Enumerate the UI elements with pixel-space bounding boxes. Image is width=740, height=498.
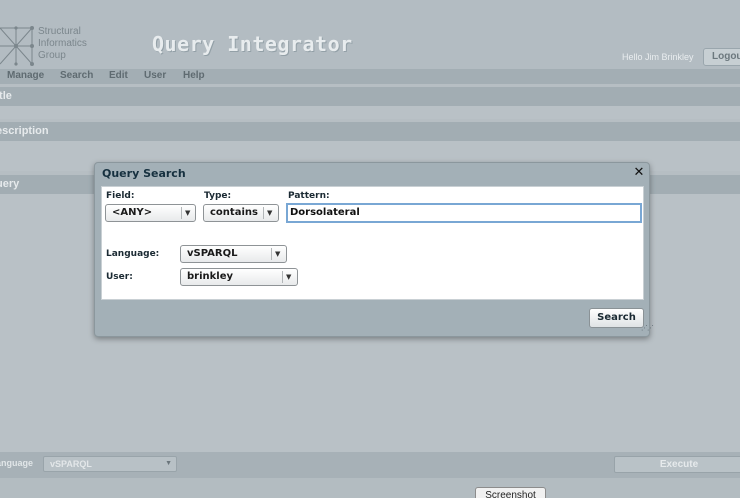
logo-line: Informatics bbox=[38, 38, 87, 49]
execute-button[interactable]: Execute bbox=[614, 456, 740, 473]
chevron-down-icon: ▼ bbox=[165, 460, 172, 467]
user-label: User: bbox=[106, 272, 133, 282]
chevron-down-icon: ▼ bbox=[275, 250, 281, 258]
user-select-value: brinkley bbox=[187, 271, 234, 282]
chevron-down-icon: ▼ bbox=[267, 209, 273, 217]
close-icon[interactable]: ✕ bbox=[633, 166, 645, 180]
type-select[interactable]: contains ▼ bbox=[203, 204, 279, 222]
resize-grip-icon[interactable]: ⋰⋰ bbox=[641, 325, 654, 334]
chevron-down-icon: ▼ bbox=[185, 209, 191, 217]
query-toolbar: anguage vSPARQL ▼ Execute bbox=[0, 452, 740, 478]
language-select[interactable]: vSPARQL ▼ bbox=[180, 245, 287, 263]
dialog-titlebar[interactable]: Query Search ✕ bbox=[95, 163, 649, 185]
logo-text: Structural Informatics Group bbox=[38, 26, 87, 62]
language-label: Language: bbox=[106, 249, 160, 259]
user-select[interactable]: brinkley ▼ bbox=[180, 268, 298, 286]
pattern-label: Pattern: bbox=[288, 191, 330, 201]
menu-item-edit[interactable]: Edit bbox=[109, 70, 128, 81]
select-divider bbox=[263, 207, 264, 219]
menu-item-manage[interactable]: Manage bbox=[7, 70, 44, 81]
pattern-input[interactable]: Dorsolateral bbox=[286, 203, 642, 223]
logout-button[interactable]: Logou bbox=[703, 48, 740, 66]
field-select-value: <ANY> bbox=[112, 207, 153, 218]
field-select[interactable]: <ANY> ▼ bbox=[105, 204, 196, 222]
search-button[interactable]: Search bbox=[589, 308, 644, 328]
page-footer: Screenshot bbox=[0, 478, 740, 498]
dialog-title: Query Search bbox=[102, 167, 186, 180]
logo-line: Structural bbox=[38, 26, 81, 37]
select-divider bbox=[282, 271, 283, 283]
sig-logo-icon bbox=[0, 26, 34, 66]
language-select[interactable]: vSPARQL ▼ bbox=[43, 456, 177, 472]
app-title: Query Integrator bbox=[152, 32, 353, 56]
language-label: anguage bbox=[0, 458, 34, 468]
field-label: Field: bbox=[106, 191, 135, 201]
menu-bar: Manage Search Edit User Help bbox=[0, 69, 740, 84]
select-divider bbox=[181, 207, 182, 219]
menu-item-user[interactable]: User bbox=[144, 70, 166, 81]
app-header: Structural Informatics Group Query Integ… bbox=[0, 0, 740, 69]
user-greeting: Hello Jim Brinkley bbox=[622, 52, 694, 62]
menu-item-search[interactable]: Search bbox=[60, 70, 93, 81]
description-section-header: escription bbox=[0, 122, 740, 141]
chevron-down-icon: ▼ bbox=[286, 273, 292, 281]
type-select-value: contains bbox=[210, 207, 258, 218]
language-select-value: vSPARQL bbox=[50, 459, 92, 469]
query-search-dialog: Query Search ✕ Field: Type: Pattern: <AN… bbox=[94, 162, 654, 337]
dialog-content: Field: Type: Pattern: <ANY> ▼ contains ▼… bbox=[101, 186, 644, 300]
select-divider bbox=[271, 248, 272, 260]
type-label: Type: bbox=[204, 191, 232, 201]
title-section-header: itle bbox=[0, 87, 740, 106]
logo-line: Group bbox=[38, 50, 66, 61]
title-section-body[interactable] bbox=[0, 106, 740, 119]
menu-item-help[interactable]: Help bbox=[183, 70, 205, 81]
screenshot-button[interactable]: Screenshot bbox=[475, 487, 546, 498]
language-select-value: vSPARQL bbox=[187, 248, 238, 259]
